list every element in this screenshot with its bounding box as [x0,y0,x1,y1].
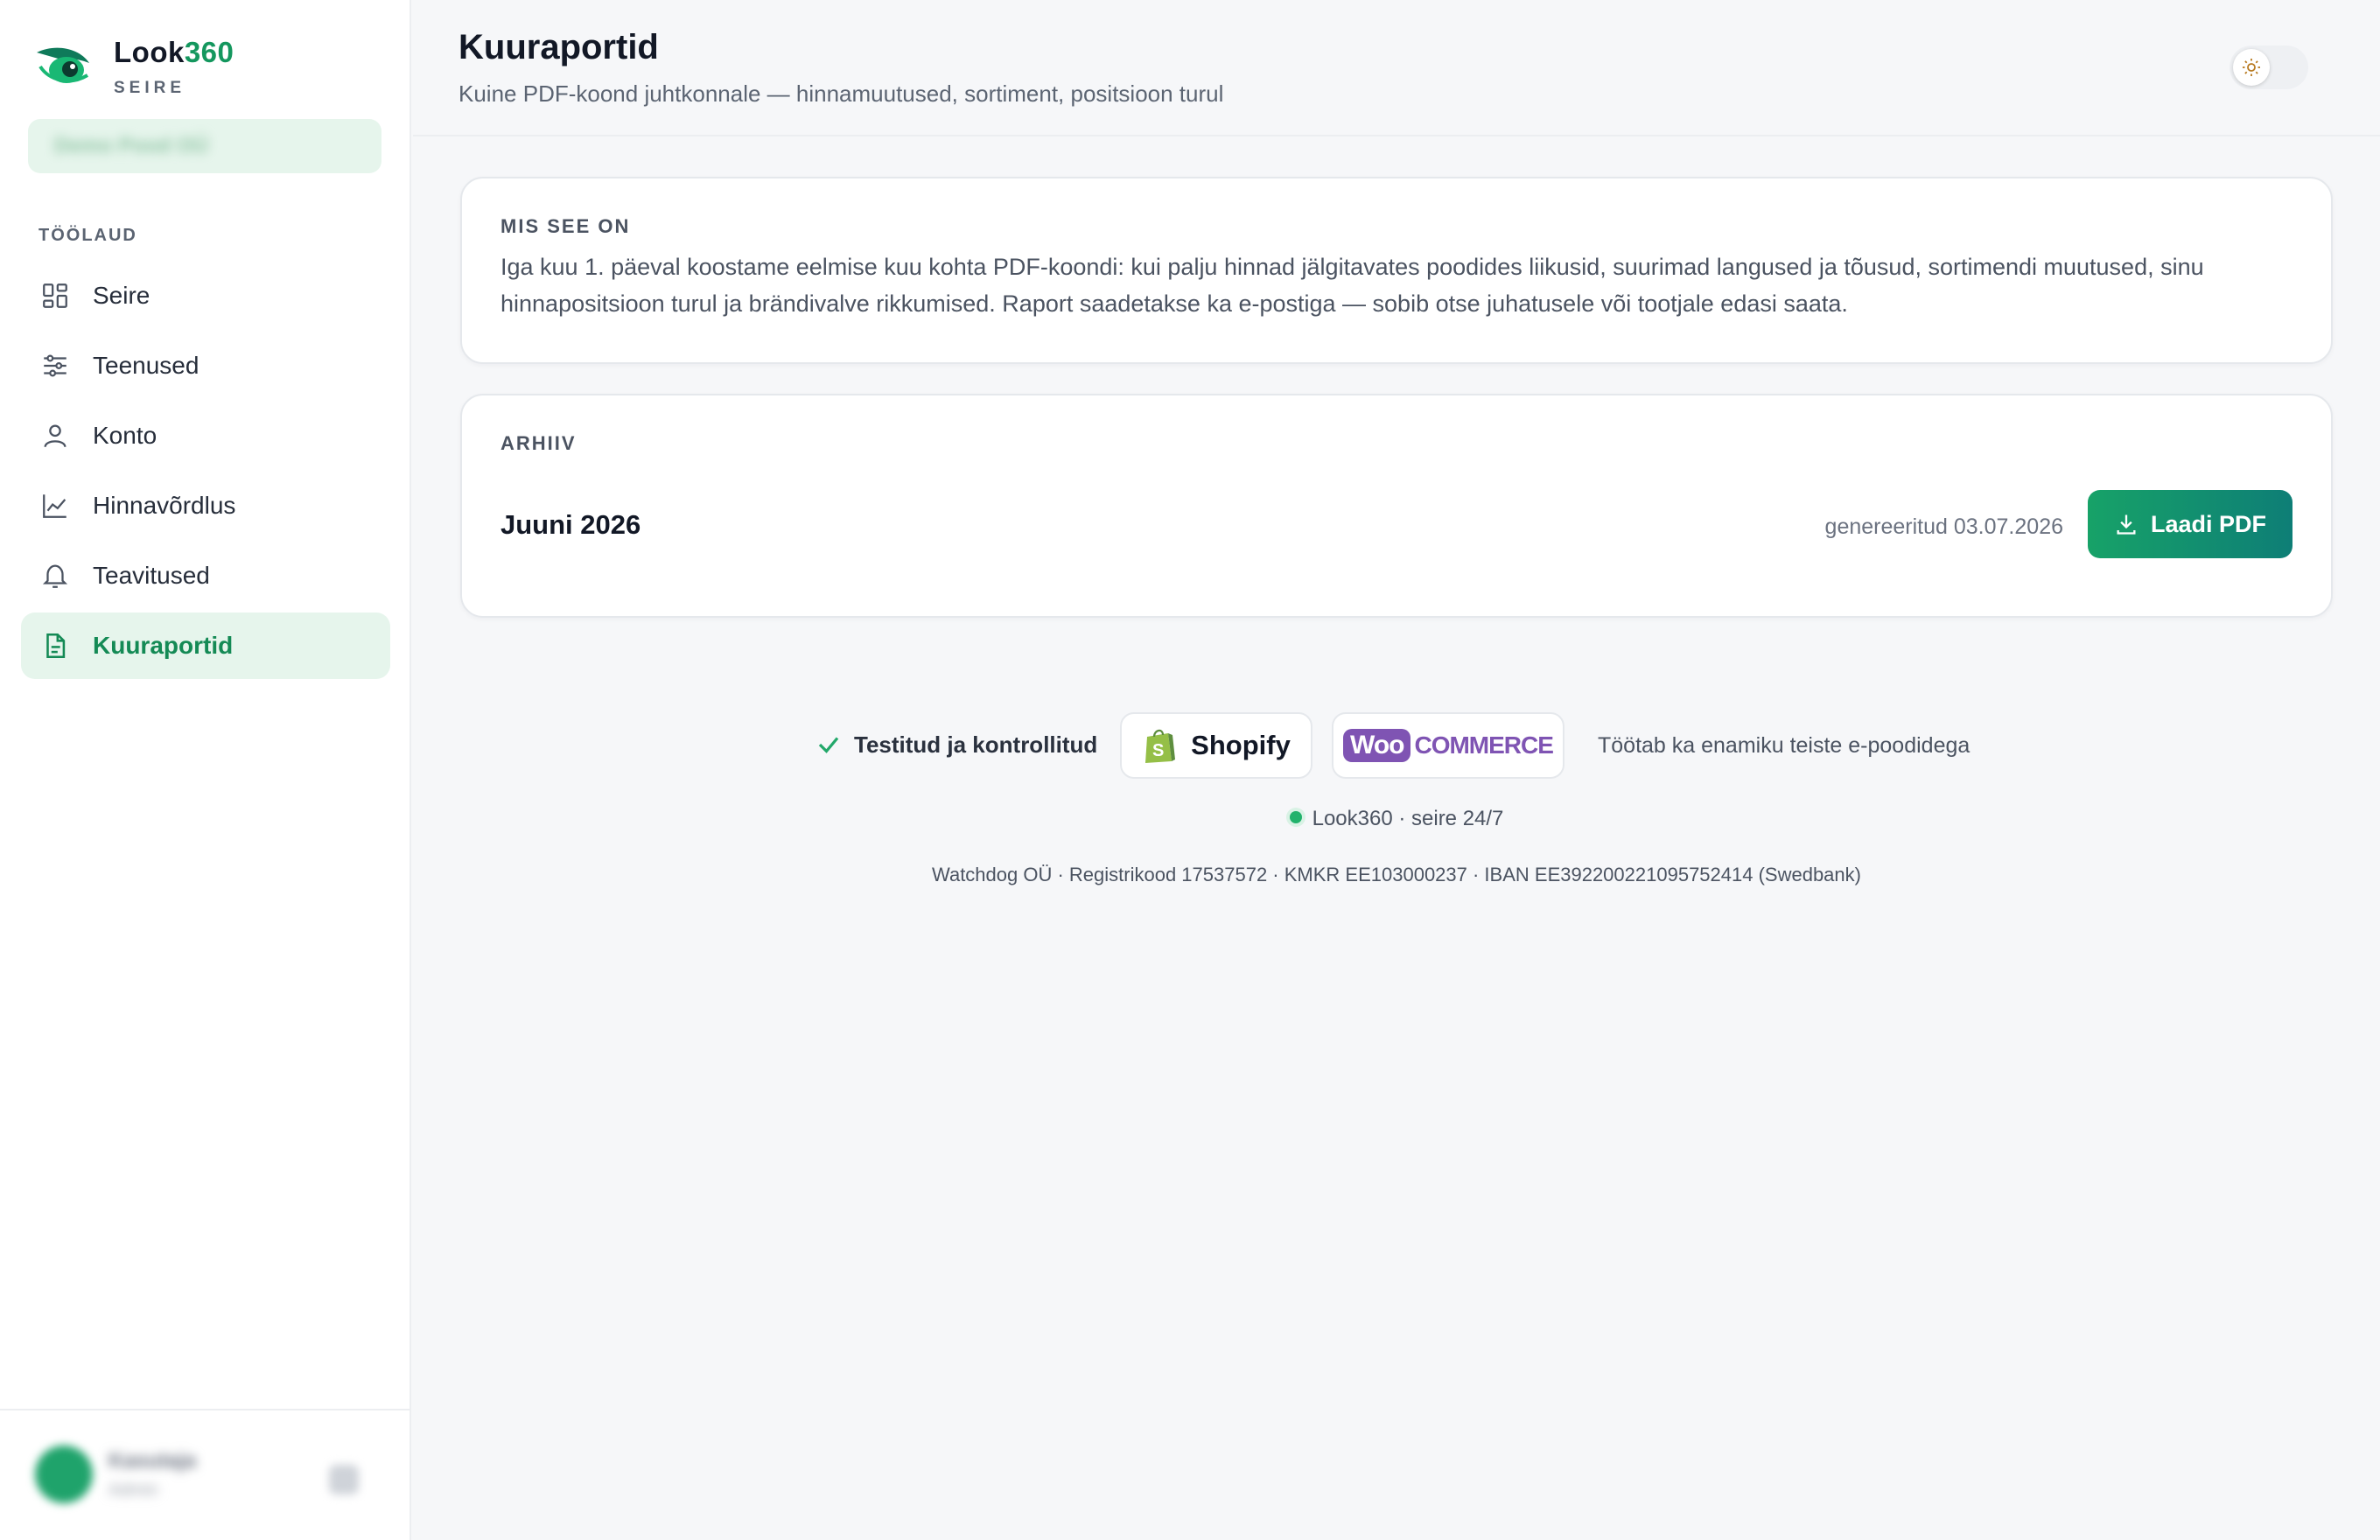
sidebar: Look360 SEIRE Demo Pood OÜ TÖÖLAUD Seire… [0,0,411,1540]
archive-card: ARHIIV Juuni 2026 genereeritud 03.07.202… [460,394,2333,618]
page-title: Kuuraportid [458,28,659,66]
status-line: Look360 · seire 24/7 [413,807,2380,831]
download-icon [2117,514,2136,535]
report-generated-date: genereeritud 03.07.2026 [1824,514,2063,539]
brand-name: Look360 [114,35,234,70]
sun-icon [2243,59,2260,76]
about-label: MIS SEE ON [500,215,631,237]
about-card: MIS SEE ON Iga kuu 1. päeval koostame ee… [460,177,2333,364]
user-role: Admin [108,1480,158,1500]
legal-info: Watchdog OÜ · Registrikood 17537572 · KM… [932,864,1861,886]
sidebar-item-label: Hinnavõrdlus [93,492,236,519]
sidebar-item-teenused[interactable]: Teenused [21,332,390,399]
trust-row: Testitud ja kontrollitud S Shopify Woo C… [413,712,2380,779]
trust-text: Testitud ja kontrollitud [854,732,1098,758]
shopify-label: Shopify [1191,730,1291,760]
avatar[interactable] [35,1446,93,1503]
user-name: Kasutaja [108,1449,197,1473]
sidebar-item-label: Teavitused [93,562,210,589]
store-name: Demo Pood OÜ [54,134,209,158]
store-selector[interactable]: Demo Pood OÜ [28,119,382,173]
other-platforms-text: Töötab ka enamiku teiste e-poodidega [1598,733,1970,758]
sidebar-item-konto[interactable]: Konto [21,402,390,469]
svg-text:S: S [1152,741,1164,760]
sidebar-item-hinnavordlus[interactable]: Hinnavõrdlus [21,472,390,539]
sidebar-nav: Seire Teenused Konto Hinnavõrdlus Teavit… [21,262,390,682]
brand-name-part1: Look [114,36,185,68]
sidebar-item-label: Konto [93,422,158,449]
logout-icon[interactable] [329,1465,359,1494]
brand[interactable]: Look360 SEIRE [35,35,234,98]
sidebar-item-teavitused[interactable]: Teavitused [21,542,390,609]
bell-icon [42,564,68,588]
sliders-icon [44,354,66,377]
user-icon [44,424,66,448]
download-pdf-label: Laadi PDF [2150,510,2267,537]
woo-mark: Woo [1343,729,1411,762]
sidebar-item-label: Teenused [93,352,200,379]
page-subtitle: Kuine PDF-koond juhtkonnale — hinnamuutu… [458,80,1224,107]
brand-subtitle: SEIRE [114,79,186,97]
line-chart-icon [43,494,66,518]
file-text-icon [46,633,66,659]
shopify-badge: S Shopify [1120,712,1312,779]
nav-section-label: TÖÖLAUD [38,226,137,245]
download-pdf-button[interactable]: Laadi PDF [2088,490,2292,558]
report-month: Juuni 2026 [500,509,641,540]
sidebar-item-label: Kuuraportid [93,632,234,659]
page-header: Kuuraportid Kuine PDF-koond juhtkonnale … [413,0,2380,136]
status-dot-icon [1289,811,1302,823]
about-text: Iga kuu 1. päeval koostame eelmise kuu k… [500,254,2204,317]
sidebar-item-seire[interactable]: Seire [21,262,390,329]
eye-logo-icon [37,47,89,83]
theme-toggle[interactable] [2230,46,2308,89]
main-content: Kuuraportid Kuine PDF-koond juhtkonnale … [413,0,2380,1540]
user-panel: Kasutaja Admin [0,1409,411,1540]
shopify-bag-icon: S [1145,729,1176,763]
brand-name-part2: 360 [184,36,234,68]
grid-icon [43,284,67,308]
sidebar-item-label: Seire [93,282,150,309]
sidebar-item-kuuraportid[interactable]: Kuuraportid [21,612,390,679]
theme-toggle-knob [2233,49,2270,86]
archive-label: ARHIIV [500,432,577,454]
woocommerce-badge: Woo COMMERCE [1332,712,1564,779]
check-icon [818,737,839,753]
woo-word: COMMERCE [1414,732,1553,759]
status-text: Look360 · seire 24/7 [1312,807,1504,830]
